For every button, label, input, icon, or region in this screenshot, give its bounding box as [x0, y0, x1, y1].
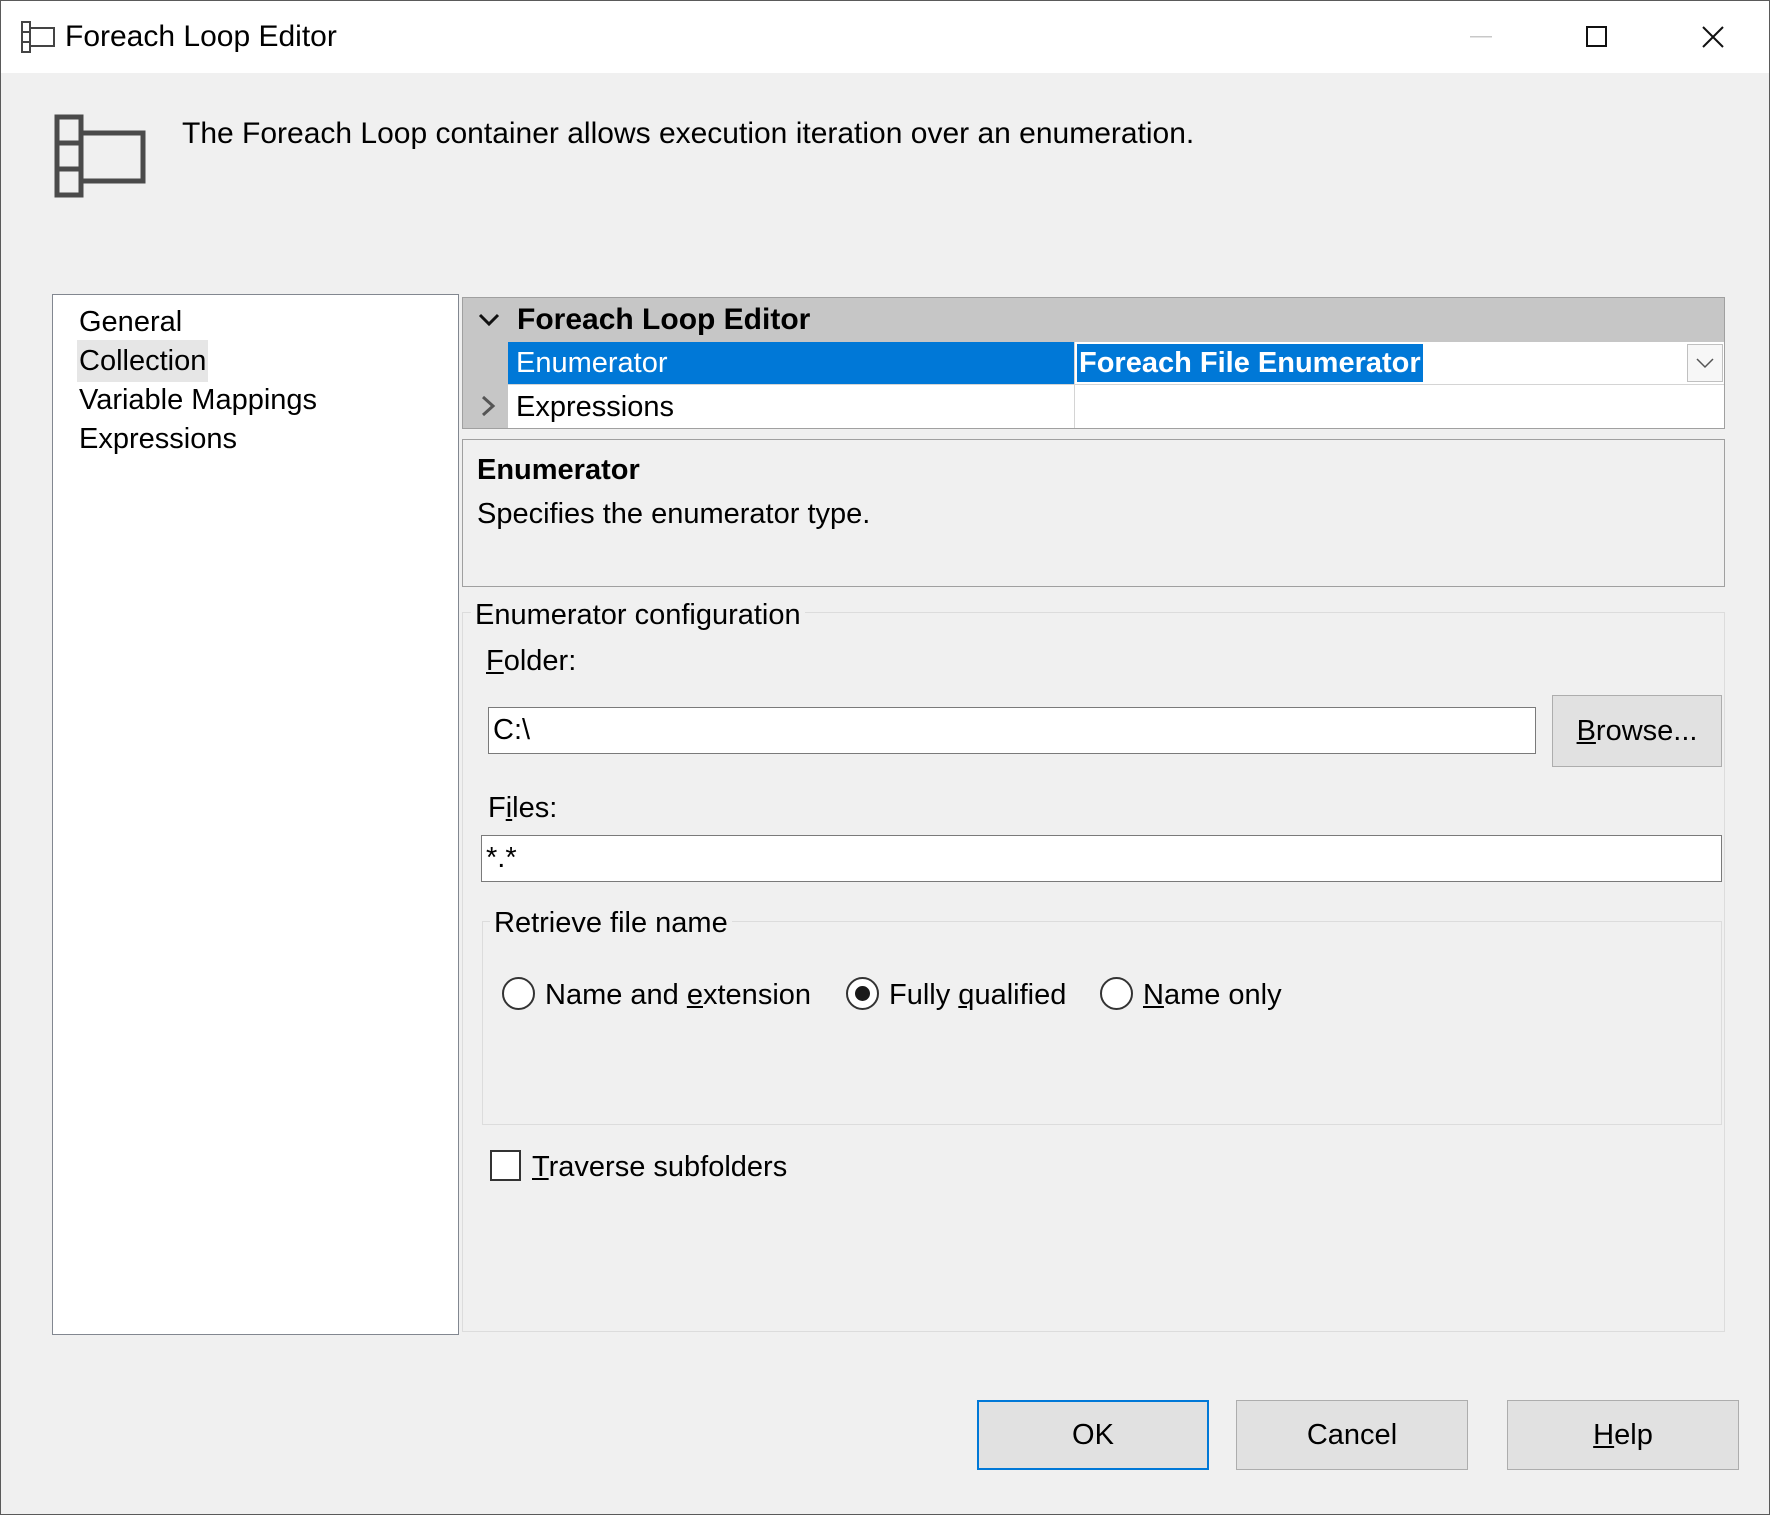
page-nav-list: General Collection Variable Mappings Exp… [52, 294, 459, 1335]
nav-item-expressions[interactable]: Expressions [77, 418, 239, 460]
window-title: Foreach Loop Editor [65, 20, 337, 53]
browse-button[interactable]: Browse... [1552, 695, 1722, 767]
retrieve-file-name-legend: Retrieve file name [490, 903, 732, 943]
radio-label-post: ame only [1163, 979, 1282, 1011]
chevron-down-icon [1696, 358, 1714, 369]
radio-name-only[interactable] [1100, 977, 1133, 1010]
nav-item-collection[interactable]: Collection [77, 340, 209, 382]
close-icon [1702, 26, 1724, 48]
radio-fully-qualified-label[interactable]: Fully qualified [889, 975, 1066, 1015]
radio-label-post: xtension [703, 979, 812, 1011]
foreach-loop-editor-window: Foreach Loop Editor The Foreach Loop con… [0, 0, 1770, 1515]
radio-label-accelerator: N [1143, 979, 1164, 1011]
grid-divider [508, 384, 1724, 385]
browse-label: rowse... [1595, 714, 1698, 747]
nav-item-variable-mappings[interactable]: Variable Mappings [77, 379, 319, 421]
ok-button[interactable]: OK [977, 1400, 1209, 1470]
close-button[interactable] [1655, 1, 1771, 73]
nav-item-general[interactable]: General [77, 301, 184, 343]
folder-label-text: older: [503, 645, 577, 677]
property-name-enumerator[interactable]: Enumerator [508, 342, 1074, 384]
help-accelerator: H [1593, 1418, 1615, 1451]
traverse-label-text: raverse subfolders [548, 1151, 788, 1183]
maximize-button[interactable] [1539, 1, 1655, 73]
cancel-button[interactable]: Cancel [1236, 1400, 1468, 1470]
minimize-icon [1470, 36, 1492, 38]
traverse-subfolders-label[interactable]: Traverse subfolders [532, 1147, 787, 1187]
chevron-down-icon[interactable] [477, 308, 501, 332]
files-label-text: les: [512, 792, 558, 824]
foreach-loop-icon [21, 21, 55, 53]
radio-name-and-extension[interactable] [502, 977, 535, 1010]
header-description: The Foreach Loop container allows execut… [182, 117, 1195, 150]
radio-label-post: ualified [974, 979, 1067, 1011]
folder-label-accelerator: F [486, 645, 504, 677]
property-grid: Foreach Loop Editor Enumerator Foreach F… [462, 297, 1725, 429]
title-bar: Foreach Loop Editor [1, 1, 1769, 73]
property-category-header[interactable]: Foreach Loop Editor [463, 298, 1724, 342]
help-button[interactable]: Help [1507, 1400, 1739, 1470]
radio-selected-dot [855, 986, 870, 1001]
property-value-enumerator[interactable]: Foreach File Enumerator [1075, 342, 1724, 384]
traverse-subfolders-checkbox[interactable] [490, 1150, 521, 1181]
property-description-text: Specifies the enumerator type. [477, 498, 871, 530]
files-input[interactable]: *.* [481, 835, 1722, 882]
radio-label-pre: Fully [889, 979, 959, 1011]
files-label: Files: [488, 788, 557, 828]
radio-label-accelerator: q [958, 979, 975, 1011]
files-label-pre: F [488, 792, 506, 824]
chevron-right-icon[interactable] [477, 394, 499, 418]
grid-divider [1074, 342, 1075, 428]
property-description-title: Enumerator [477, 454, 640, 486]
foreach-loop-icon [54, 114, 146, 198]
radio-name-only-label[interactable]: Name only [1143, 975, 1282, 1015]
enumerator-dropdown-button[interactable] [1687, 344, 1723, 382]
folder-label: Folder: [486, 641, 576, 681]
radio-fully-qualified[interactable] [846, 977, 879, 1010]
property-description-panel: Enumerator Specifies the enumerator type… [462, 439, 1725, 587]
help-label: elp [1614, 1418, 1653, 1451]
radio-name-and-extension-label[interactable]: Name and extension [545, 975, 811, 1015]
maximize-icon [1586, 26, 1607, 47]
retrieve-file-name-group [482, 921, 1722, 1125]
radio-label-pre: Name and [545, 979, 687, 1011]
minimize-button[interactable] [1423, 1, 1539, 73]
enumerator-value-text[interactable]: Foreach File Enumerator [1077, 344, 1423, 382]
property-name-expressions[interactable]: Expressions [516, 386, 674, 428]
traverse-accelerator: T [532, 1151, 549, 1183]
browse-accelerator: B [1576, 714, 1596, 747]
property-category-label: Foreach Loop Editor [517, 303, 811, 336]
enumerator-configuration-legend: Enumerator configuration [471, 595, 805, 635]
radio-label-accelerator: e [686, 979, 703, 1011]
folder-input[interactable]: C:\ [488, 707, 1536, 754]
